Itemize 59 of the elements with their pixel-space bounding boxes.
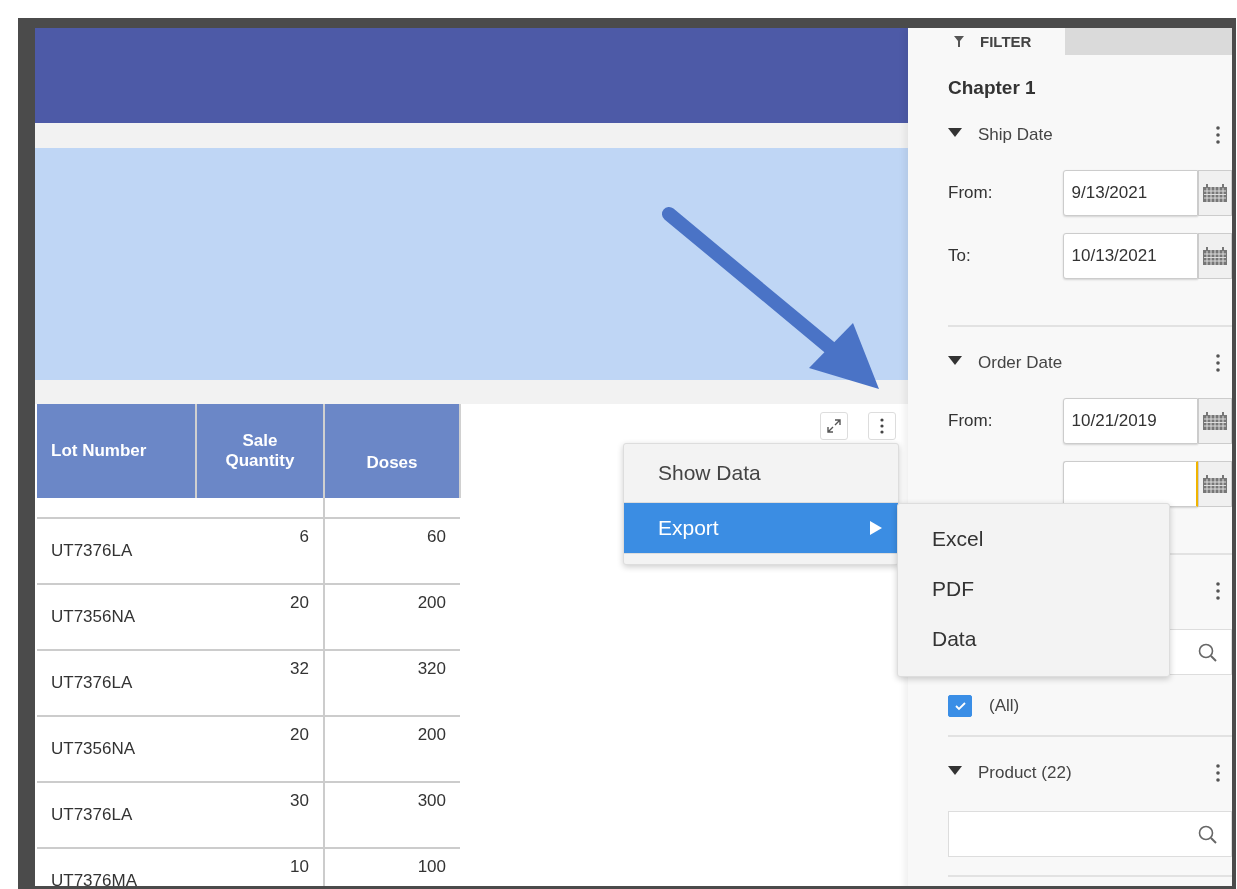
table-cell: UT7376LA [37,650,196,716]
kebab-icon [1216,126,1220,144]
table-cell: UT7376MA [37,848,196,886]
table-cell: 6 [196,518,324,584]
calendar-icon [1203,475,1227,493]
section-toggle[interactable]: Order Date [948,353,1063,373]
kebab-icon [1216,582,1220,600]
date-field[interactable] [1062,461,1198,507]
section-toggle[interactable]: Product (22) [948,763,1072,783]
table-cell: UT7376LA [37,782,196,848]
search-icon [1198,642,1217,662]
search-field[interactable] [948,811,1232,857]
calendar-icon [1203,412,1227,430]
checkbox[interactable] [948,695,972,717]
search-icon [1198,824,1217,844]
filter-tab[interactable]: FILTER [908,28,1065,55]
calendar-button[interactable] [1198,170,1232,216]
funnel-icon [954,36,964,47]
calendar-icon [1203,247,1227,265]
table-cell: 100 [324,848,460,886]
table-cell: 20 [196,716,324,782]
date-field[interactable]: 9/13/2021 [1062,170,1198,216]
column-header: Lot Number [37,404,196,498]
table-cell: 200 [324,716,460,782]
expand-icon [827,419,841,433]
menu-item[interactable]: PDF [898,564,1169,614]
submenu-caret-icon [870,521,882,535]
table-cell: 20 [196,584,324,650]
panel-title: Chapter 1 [948,77,1037,100]
calendar-icon [1203,184,1227,202]
table-cell: 200 [324,584,460,650]
table-cell: 320 [324,650,460,716]
column-header: Sale Quantity [196,404,324,498]
field-label: From: [948,411,994,431]
calendar-button[interactable] [1198,398,1232,444]
table-cell: 32 [196,650,324,716]
checkbox-label: (All) [989,696,1020,716]
calendar-button[interactable] [1198,461,1232,507]
field-label: From: [948,183,994,203]
kebab-icon [880,418,884,434]
table-cell: UT7356NA [37,716,196,782]
kebab-icon [1216,764,1220,782]
menu-item[interactable]: Excel [898,514,1169,564]
date-field[interactable]: 10/21/2019 [1062,398,1198,444]
menu-item[interactable]: Data [898,614,1169,664]
check-icon [953,700,967,712]
calendar-button[interactable] [1198,233,1232,279]
date-field[interactable]: 10/13/2021 [1062,233,1198,279]
table-cell: 300 [324,782,460,848]
table-cell: UT7376LA [37,518,196,584]
section-toggle[interactable]: Ship Date [948,125,1053,145]
field-label: To: [948,246,972,266]
kebab-icon [1216,354,1220,372]
table-cell: 10 [196,848,324,886]
table-cell: 60 [324,518,460,584]
column-header: Doses [324,404,460,498]
table-cell: 30 [196,782,324,848]
expand-button[interactable] [820,412,848,440]
table-cell: UT7356NA [37,584,196,650]
